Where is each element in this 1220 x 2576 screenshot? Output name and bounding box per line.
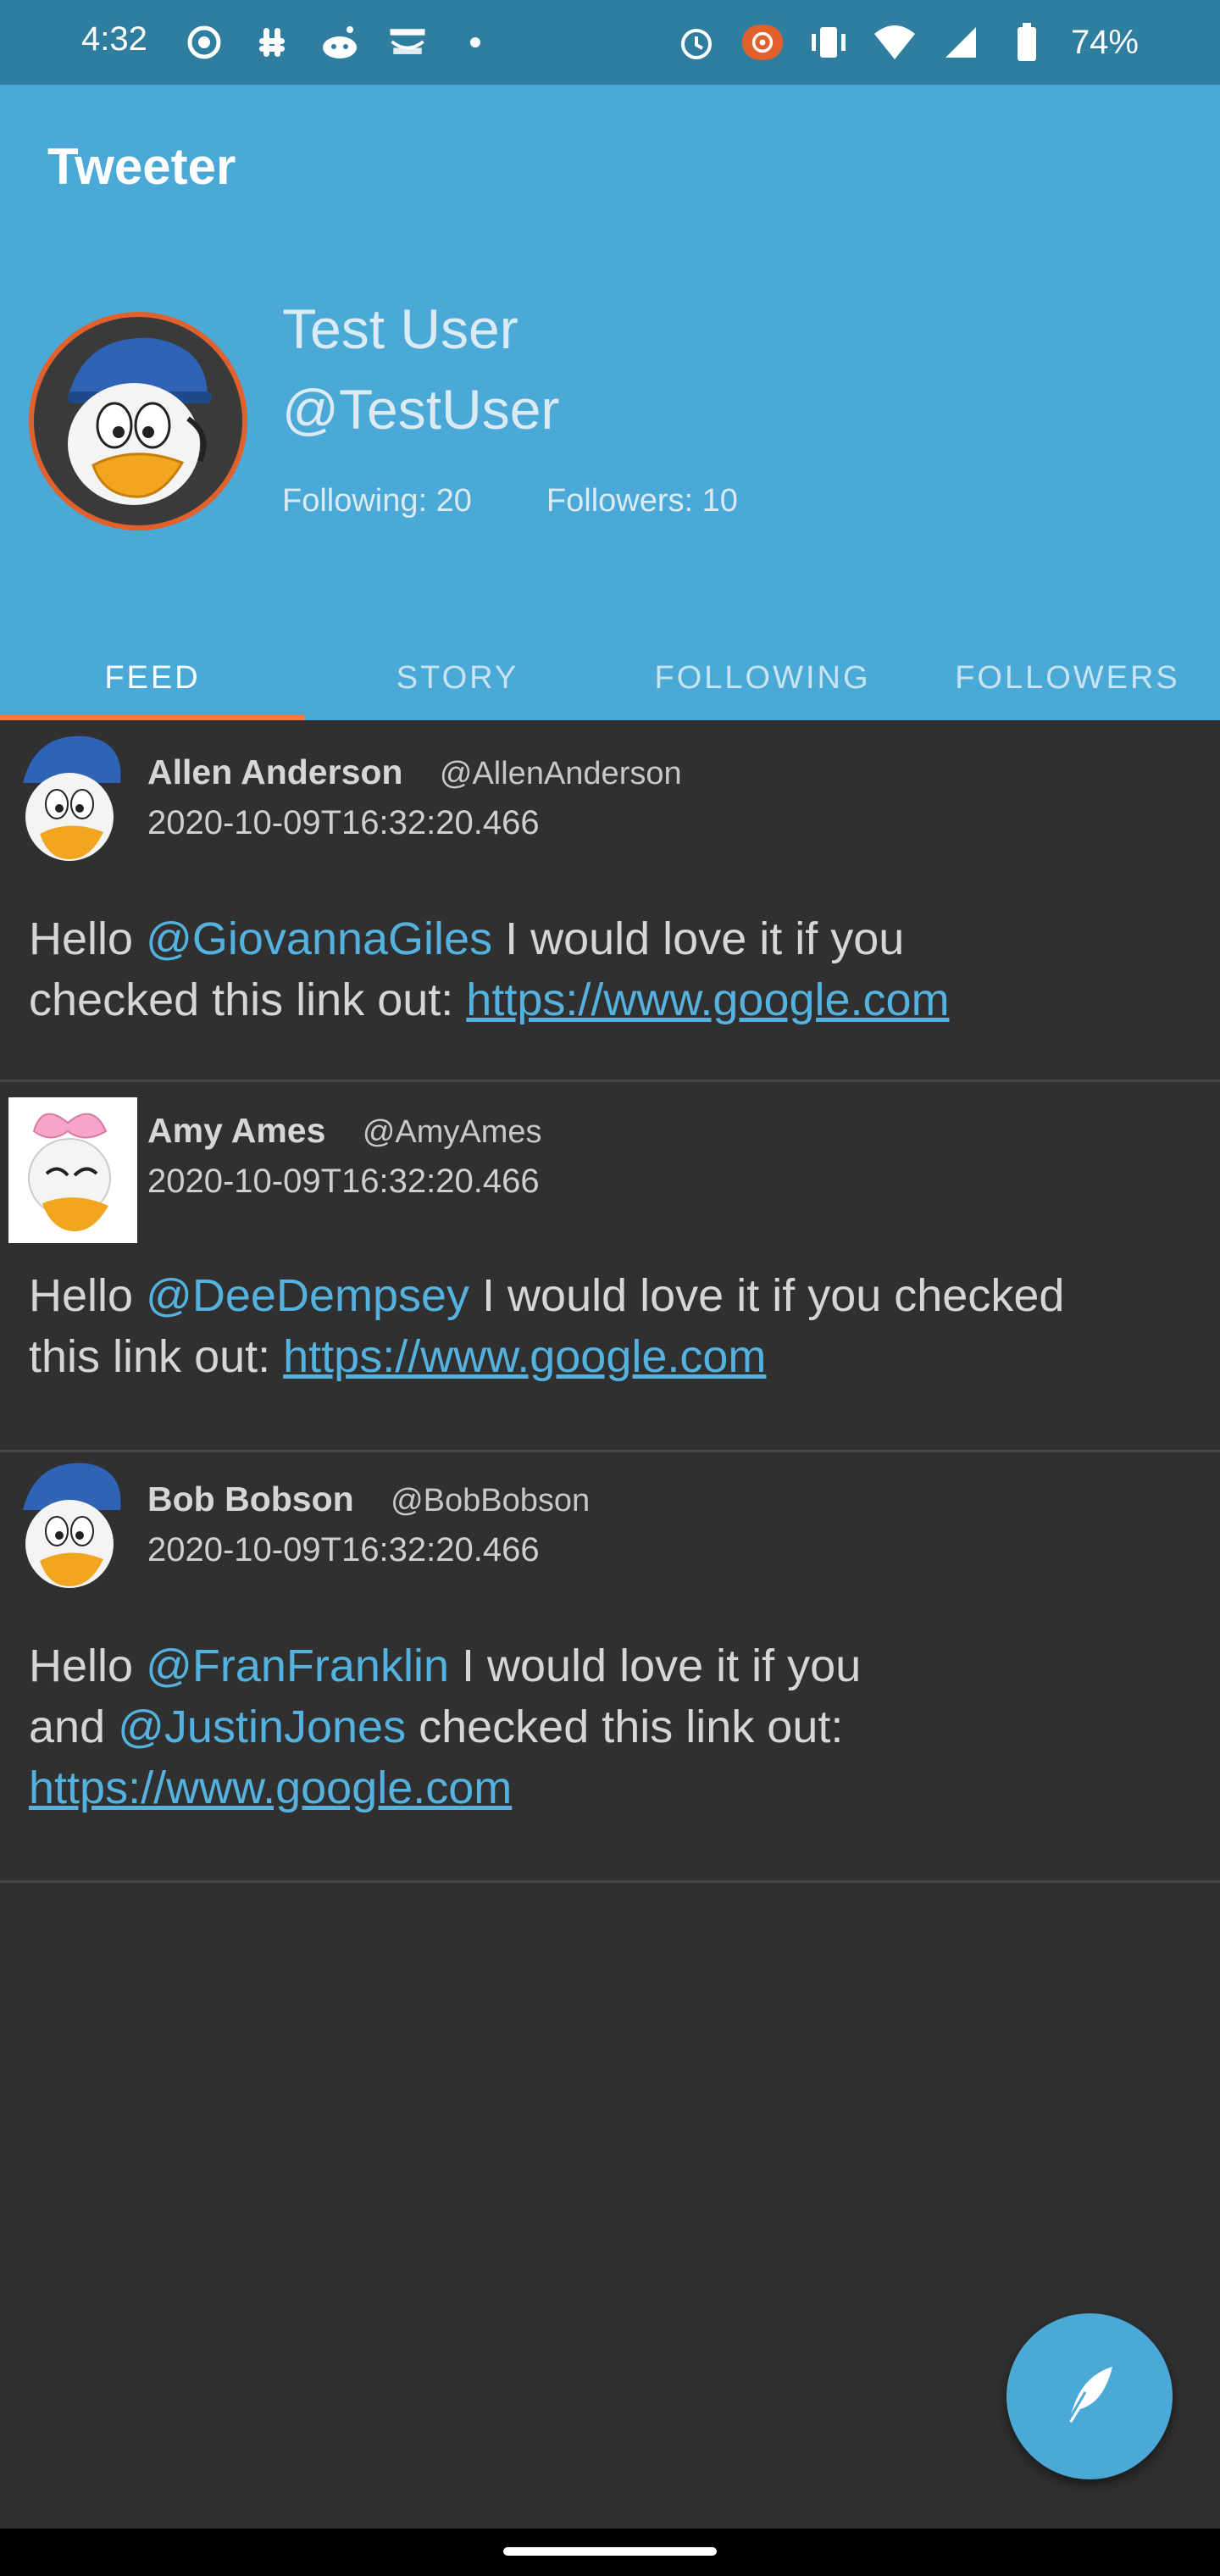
post-text: Hello	[29, 913, 147, 964]
wifi-icon	[873, 20, 917, 64]
tab-bar: FEED STORY FOLLOWING FOLLOWERS	[0, 636, 1220, 720]
compose-tweet-button[interactable]	[1006, 2313, 1173, 2479]
daisy-avatar-icon	[8, 1097, 137, 1243]
post-author-name: Amy Ames @AmyAmes	[147, 1111, 542, 1151]
home-gesture-handle[interactable]	[503, 2547, 717, 2556]
post-timestamp: 2020-10-09T16:32:20.466	[147, 804, 540, 841]
app-title: Tweeter	[47, 138, 236, 195]
author-name: Bob Bobson	[147, 1480, 354, 1518]
feed-list: Allen Anderson @AllenAnderson 2020-10-09…	[0, 725, 1220, 1883]
tab-followers[interactable]: FOLLOWERS	[915, 636, 1220, 720]
profile-handle: @TestUser	[282, 378, 560, 441]
post-text: Hello	[29, 1641, 147, 1691]
duck-avatar-icon	[23, 1463, 121, 1588]
mention-link[interactable]: @JustinJones	[118, 1702, 406, 1752]
post-body: Hello @FranFranklin I would love it if y…	[29, 1635, 861, 1818]
url-link[interactable]: https://www.google.com	[466, 974, 949, 1025]
record-icon	[182, 20, 226, 64]
feed-item[interactable]: Bob Bobson @BobBobson 2020-10-09T16:32:2…	[0, 1452, 1220, 1883]
profile-name: Test User	[282, 297, 518, 360]
post-text: I would love it if you	[448, 1641, 862, 1691]
post-timestamp: 2020-10-09T16:32:20.466	[147, 1531, 540, 1568]
following-count[interactable]: Following: 20	[282, 483, 472, 519]
mention-link[interactable]: @GiovannaGiles	[146, 913, 492, 964]
system-nav-bar	[0, 2529, 1220, 2576]
author-name: Allen Anderson	[147, 752, 403, 791]
post-text: checked this link out:	[406, 1702, 844, 1752]
tab-story[interactable]: STORY	[305, 636, 610, 720]
tab-following[interactable]: FOLLOWING	[610, 636, 915, 720]
url-link[interactable]: https://www.google.com	[29, 1763, 512, 1813]
mention-link[interactable]: @FranFranklin	[146, 1641, 449, 1691]
signal-icon	[939, 20, 983, 64]
reddit-icon	[318, 20, 362, 64]
duck-avatar-icon	[68, 337, 212, 505]
author-handle[interactable]: @AllenAnderson	[440, 756, 682, 791]
author-name: Amy Ames	[147, 1111, 326, 1150]
post-author-name: Allen Anderson @AllenAnderson	[147, 752, 682, 792]
status-notification-icons	[182, 20, 497, 64]
amazon-icon	[385, 20, 430, 64]
post-author-name: Bob Bobson @BobBobson	[147, 1480, 590, 1519]
author-handle[interactable]: @AmyAmes	[363, 1114, 542, 1150]
follow-stats: Following: 20 Followers: 10	[282, 483, 738, 519]
post-text: I would love it if you	[492, 913, 905, 964]
post-body: Hello @DeeDempsey I would love it if you…	[29, 1265, 1064, 1387]
post-text: I would love it if you checked	[469, 1270, 1065, 1321]
post-text: and	[29, 1702, 119, 1752]
post-body: Hello @GiovannaGiles I would love it if …	[29, 908, 950, 1030]
status-bar: 4:32 74%	[0, 0, 1220, 85]
status-system-icons: 74%	[674, 20, 1139, 64]
mention-link[interactable]: @DeeDempsey	[146, 1270, 469, 1321]
battery-icon	[1005, 20, 1049, 64]
battery-percentage: 74%	[1070, 23, 1139, 61]
post-text: this link out:	[29, 1331, 284, 1382]
tab-feed[interactable]: FEED	[0, 636, 305, 720]
dot-icon	[453, 20, 497, 64]
feather-icon	[1062, 2367, 1112, 2430]
feed-item[interactable]: Amy Ames @AmyAmes 2020-10-09T16:32:20.46…	[0, 1082, 1220, 1452]
status-time: 4:32	[81, 20, 147, 58]
followers-count[interactable]: Followers: 10	[546, 483, 738, 519]
post-text: Hello	[29, 1270, 147, 1321]
profile-avatar[interactable]	[29, 312, 247, 530]
vibrate-icon	[807, 20, 851, 64]
duck-avatar-icon	[23, 736, 121, 861]
author-handle[interactable]: @BobBobson	[391, 1483, 590, 1518]
profile-header: Tweeter Test User @TestUser Following: 2…	[0, 85, 1220, 720]
post-avatar[interactable]	[10, 1459, 137, 1603]
post-timestamp: 2020-10-09T16:32:20.466	[147, 1163, 540, 1200]
cast-icon	[740, 20, 785, 64]
post-text: checked this link out:	[29, 974, 467, 1025]
post-avatar[interactable]	[8, 1097, 137, 1243]
post-avatar[interactable]	[10, 732, 137, 876]
slack-icon	[250, 20, 294, 64]
url-link[interactable]: https://www.google.com	[283, 1331, 766, 1382]
alarm-icon	[674, 20, 718, 64]
feed-item[interactable]: Allen Anderson @AllenAnderson 2020-10-09…	[0, 725, 1220, 1082]
